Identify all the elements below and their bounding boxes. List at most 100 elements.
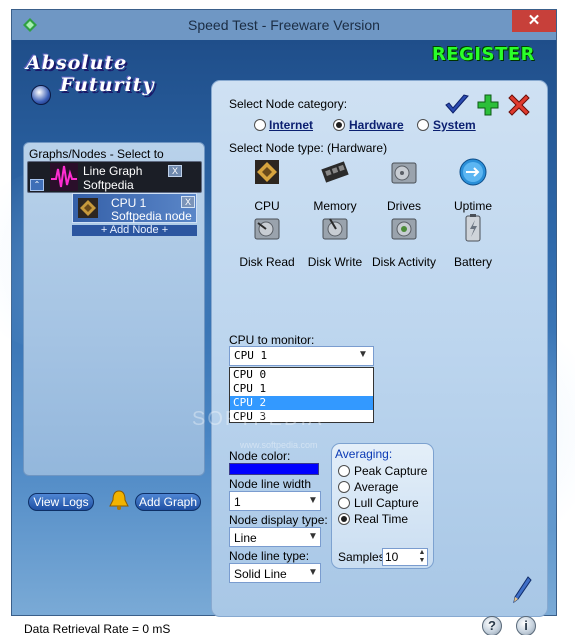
line-width-select[interactable]: 1 ▼ [229, 491, 321, 511]
remove-graph-button[interactable]: X [168, 165, 182, 177]
real-time-label[interactable]: Real Time [354, 512, 408, 526]
graph-subtitle: Softpedia [83, 178, 134, 192]
chevron-down-icon[interactable]: ▼ [308, 531, 318, 542]
lull-capture-radio[interactable] [338, 497, 350, 509]
status-bar-text: Data Retrieval Rate = 0 mS [24, 622, 171, 635]
help-icon[interactable]: ? [482, 616, 502, 635]
node-subtitle: Softpedia node [111, 209, 192, 223]
node-color-swatch[interactable] [229, 463, 319, 475]
delete-x-icon[interactable] [508, 94, 530, 116]
internet-radio-label[interactable]: Internet [269, 118, 313, 132]
view-logs-button[interactable]: View Logs [28, 493, 94, 511]
samples-label: Samples: [338, 550, 389, 564]
average-label[interactable]: Average [354, 480, 398, 494]
chevron-down-icon[interactable]: ▼ [308, 495, 318, 506]
node-type-disk-activity[interactable]: Disk Activity [369, 213, 439, 271]
spinner-arrows-icon[interactable]: ▲ ▼ [417, 549, 427, 565]
node-type-memory[interactable]: Memory [300, 157, 370, 215]
peak-capture-label[interactable]: Peak Capture [354, 464, 427, 478]
checkmark-icon[interactable] [444, 93, 470, 117]
cpu-to-monitor-label: CPU to monitor: [229, 333, 315, 347]
node-type-disk-write[interactable]: Disk Write [300, 213, 370, 271]
peak-capture-radio[interactable] [338, 465, 350, 477]
display-type-label: Node display type: [229, 513, 328, 527]
display-type-value: Line [234, 531, 257, 545]
line-type-label: Node line type: [229, 549, 310, 563]
info-icon[interactable]: i [516, 616, 536, 635]
line-type-select[interactable]: Solid Line ▼ [229, 563, 321, 583]
node-item-cpu[interactable]: CPU 1 Softpedia node X [72, 193, 197, 223]
cpu-chip-icon [255, 160, 279, 184]
window-title: Speed Test - Freeware Version [188, 17, 380, 33]
hard-drive-icon [391, 162, 417, 184]
samples-value: 10 [385, 550, 399, 564]
line-graph-icon [50, 163, 78, 191]
node-type-label-text: CPU [254, 199, 280, 213]
node-type-label-text: Drives [386, 199, 421, 213]
node-type-label-text: Disk Write [307, 255, 363, 269]
watermark-url: www.softpedia.com [240, 440, 318, 450]
averaging-label: Averaging: [335, 447, 393, 461]
node-type-cpu[interactable]: CPU [232, 157, 302, 215]
node-type-label-text: Disk Activity [371, 255, 436, 269]
cpu-select-value: CPU 1 [234, 349, 268, 362]
cpu-option[interactable]: CPU 1 [230, 382, 373, 396]
node-type-label-text: Battery [453, 255, 492, 269]
system-radio[interactable] [417, 119, 429, 131]
node-settings-panel: Select Node category: Internet Hardware … [211, 80, 548, 617]
average-radio[interactable] [338, 481, 350, 493]
graph-name: Line Graph [83, 164, 143, 178]
graphs-nodes-panel: Graphs/Nodes - Select to modify: ⌃ Line … [23, 142, 205, 476]
logo-badge-icon [31, 85, 51, 105]
watermark: SOFTPEDIA [192, 408, 324, 430]
chevron-down-icon[interactable]: ▼ [358, 349, 368, 360]
node-type-label: Select Node type: (Hardware) [229, 141, 388, 155]
uptime-arrow-icon [459, 158, 487, 186]
display-type-select[interactable]: Line ▼ [229, 527, 321, 547]
real-time-radio[interactable] [338, 513, 350, 525]
node-type-label-text: Memory [313, 199, 357, 213]
node-name: CPU 1 [111, 196, 147, 210]
close-button[interactable]: ✕ [512, 10, 556, 32]
graph-item-line-graph[interactable]: ⌃ Line Graph Softpedia X [27, 161, 202, 193]
memory-chip-icon [321, 161, 349, 183]
register-button[interactable]: REGISTER [432, 44, 536, 68]
node-category-label: Select Node category: [229, 97, 348, 111]
line-width-value: 1 [234, 495, 241, 509]
cpu-option[interactable]: CPU 0 [230, 368, 373, 382]
title-bar[interactable]: Speed Test - Freeware Version ✕ [12, 10, 556, 40]
app-window: Speed Test - Freeware Version ✕ Absolute… [0, 9, 575, 635]
node-type-label-text: Disk Read [239, 255, 295, 269]
averaging-group: Averaging: Peak Capture Average Lull Cap… [331, 443, 434, 569]
logo-line-1: Absolute [26, 52, 128, 74]
node-type-battery[interactable]: Battery [438, 213, 508, 271]
disk-read-icon [254, 218, 280, 240]
battery-icon [465, 214, 481, 242]
remove-node-button[interactable]: X [181, 196, 195, 208]
pen-icon[interactable] [512, 575, 532, 605]
bell-icon[interactable] [107, 488, 131, 512]
main-client-area: Absolute Futurity REGISTER Graphs/Nodes … [0, 40, 575, 635]
add-node-button[interactable]: + Add Node + [72, 225, 197, 236]
internet-radio[interactable] [254, 119, 266, 131]
lull-capture-label[interactable]: Lull Capture [354, 496, 419, 510]
hardware-radio[interactable] [333, 119, 345, 131]
line-type-value: Solid Line [234, 567, 287, 581]
system-radio-label[interactable]: System [433, 118, 476, 132]
add-graph-button[interactable]: Add Graph [135, 493, 201, 511]
disk-activity-icon [391, 218, 417, 240]
cpu-chip-icon [78, 198, 98, 218]
plus-icon[interactable] [477, 94, 499, 116]
node-type-drives[interactable]: Drives [369, 157, 439, 215]
chevron-down-icon[interactable]: ▼ [308, 567, 318, 578]
samples-stepper[interactable]: 10 ▲ ▼ [382, 548, 428, 566]
node-type-label-text: Uptime [453, 199, 492, 213]
hardware-radio-label[interactable]: Hardware [349, 118, 404, 132]
node-type-disk-read[interactable]: Disk Read [232, 213, 302, 271]
node-type-uptime[interactable]: Uptime [438, 157, 508, 215]
node-color-label: Node color: [229, 449, 291, 463]
disk-write-icon [322, 218, 348, 240]
collapse-toggle-button[interactable]: ⌃ [30, 179, 44, 191]
line-width-label: Node line width [229, 477, 312, 491]
cpu-select[interactable]: CPU 1 ▼ [229, 346, 374, 366]
